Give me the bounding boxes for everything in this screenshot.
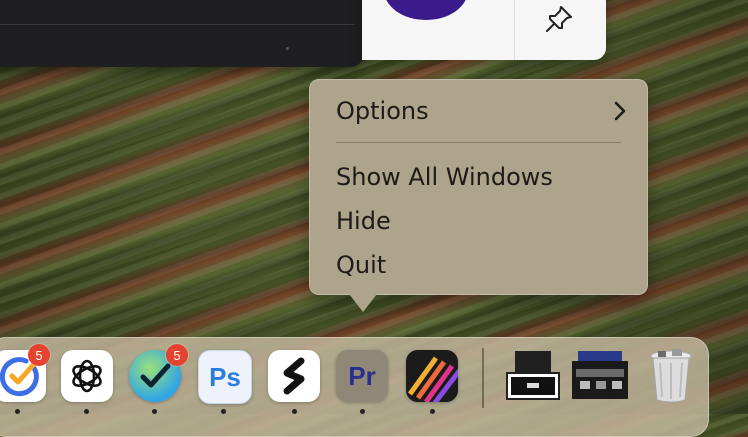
- chatgpt-icon[interactable]: [61, 350, 113, 402]
- window-indicator: [286, 47, 289, 50]
- menu-item-hide[interactable]: Hide: [336, 203, 628, 239]
- avatar: [384, 0, 468, 20]
- window-divider: [514, 0, 515, 60]
- photoshop-label: Ps: [209, 361, 241, 392]
- menu-item-label: Show All Windows: [336, 163, 553, 191]
- running-indicator: [360, 409, 365, 414]
- menu-item-show-all-windows[interactable]: Show All Windows: [336, 159, 628, 195]
- dark-app-window[interactable]: [0, 0, 363, 67]
- running-indicator: [15, 409, 20, 414]
- menu-pointer: [349, 294, 377, 312]
- light-app-window[interactable]: [362, 0, 606, 60]
- trash-icon[interactable]: [646, 349, 696, 403]
- dock-context-menu: Options Show All Windows Hide Quit: [309, 79, 648, 295]
- dock-separator: [482, 348, 484, 408]
- window-thumbnail-1[interactable]: [505, 350, 561, 402]
- premiere-label: Pr: [348, 360, 376, 391]
- running-indicator: [430, 409, 435, 414]
- photoshop-icon[interactable]: Ps: [198, 350, 252, 404]
- menu-item-label: Hide: [336, 207, 391, 235]
- window-divider: [0, 24, 355, 25]
- menu-item-label: Options: [336, 97, 429, 125]
- running-indicator: [152, 409, 157, 414]
- pin-icon[interactable]: [542, 2, 576, 36]
- scrivener-s-icon[interactable]: [268, 350, 320, 402]
- premiere-pro-icon[interactable]: Pr: [336, 350, 388, 402]
- menu-item-quit[interactable]: Quit: [336, 247, 628, 283]
- running-indicator: [292, 409, 297, 414]
- notification-badge: 5: [28, 344, 50, 366]
- running-indicator: [84, 409, 89, 414]
- notification-badge: 5: [166, 344, 188, 366]
- gradient-stripes-app-icon[interactable]: [406, 350, 458, 402]
- window-thumbnail-2[interactable]: [572, 350, 628, 402]
- menu-item-label: Quit: [336, 251, 387, 279]
- running-indicator: [221, 409, 226, 414]
- menu-item-options[interactable]: Options: [336, 93, 628, 129]
- chevron-right-icon: [614, 101, 628, 121]
- menu-separator: [336, 142, 621, 143]
